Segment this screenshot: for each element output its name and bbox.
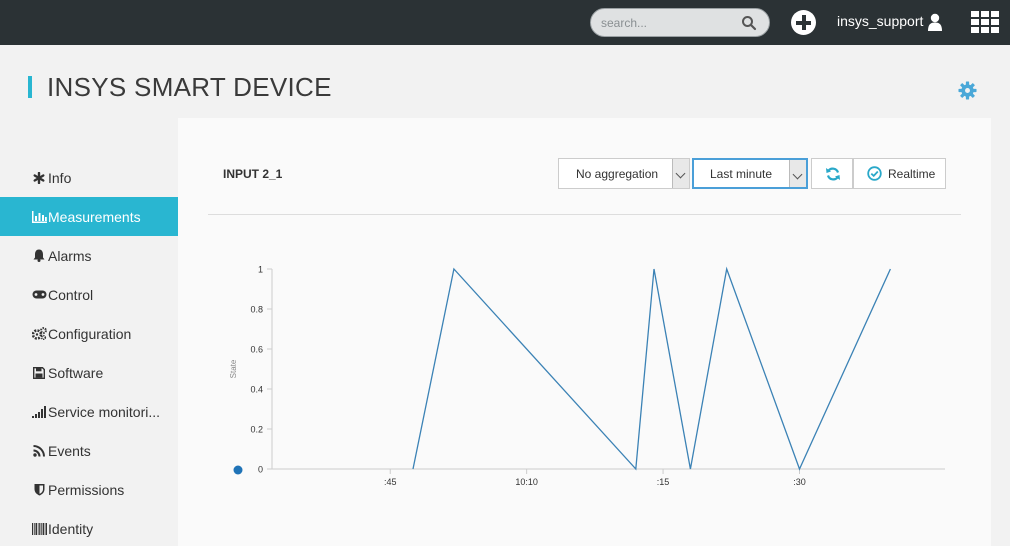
sidebar-item-label: Events: [48, 442, 91, 459]
user-icon[interactable]: [928, 13, 942, 31]
series-line: [412, 266, 891, 471]
sidebar-item-label: Service monitori...: [48, 403, 161, 420]
sidebar-item-configuration[interactable]: Configuration: [0, 314, 178, 353]
top-bar: insys_support: [0, 0, 1010, 45]
search-input[interactable]: [601, 14, 741, 32]
shield-icon: [30, 483, 48, 497]
sidebar-item-control[interactable]: Control: [0, 275, 178, 314]
measurements-panel: INPUT 2_1 No aggregation Last minute Rea…: [178, 118, 991, 546]
sidebar-item-label: Control: [48, 286, 94, 303]
search-box[interactable]: [590, 8, 770, 37]
sidebar-item-label: Info: [48, 169, 72, 186]
y-tick-label: 0: [258, 465, 263, 475]
gamepad-icon: [30, 288, 48, 302]
sidebar-item-label: Identity: [48, 520, 94, 537]
sidebar-item-label: Configuration: [48, 325, 132, 342]
search-icon[interactable]: [741, 15, 757, 31]
barcode-icon: [30, 522, 48, 536]
x-tick-label: :15: [657, 477, 670, 487]
bell-icon: [30, 249, 48, 263]
y-tick-label: 1: [258, 265, 263, 275]
y-tick-label: 0.4: [250, 385, 263, 395]
measurement-chart: 0 0.2 0.4 0.6 0.8 1 :45 10:10 :15 :30 State: [229, 265, 945, 487]
asterisk-icon: [30, 171, 48, 185]
rss-icon: [30, 444, 48, 458]
gear-icon[interactable]: [958, 81, 977, 100]
sidebar-item-label: Measurements: [48, 208, 141, 225]
x-tick-label: 10:10: [515, 477, 538, 487]
sidebar-item-software[interactable]: Software: [0, 353, 178, 392]
x-tick-label: :45: [384, 477, 397, 487]
bar-chart-icon: [30, 210, 48, 224]
y-axis-label: State: [229, 359, 238, 378]
floppy-disk-icon: [30, 366, 48, 380]
x-tick-label: :30: [793, 477, 806, 487]
sidebar-item-info[interactable]: Info: [0, 158, 178, 197]
sidebar-item-events[interactable]: Events: [0, 431, 178, 470]
app-grid-icon[interactable]: [971, 11, 999, 33]
sidebar-item-alarms[interactable]: Alarms: [0, 236, 178, 275]
cogs-icon: [30, 327, 48, 341]
sidebar-item-label: Alarms: [48, 247, 92, 264]
add-button[interactable]: [791, 10, 816, 35]
y-tick-label: 0.6: [250, 345, 263, 355]
sidebar-item-label: Software: [48, 364, 104, 381]
sidebar-item-label: Permissions: [48, 481, 125, 498]
sidebar-item-permissions[interactable]: Permissions: [0, 470, 178, 509]
series-marker: [233, 465, 243, 475]
page-title: INSYS SMART DEVICE: [47, 72, 332, 102]
y-tick-label: 0.8: [250, 305, 263, 315]
sidebar-item-measurements[interactable]: Measurements: [0, 197, 188, 236]
title-accent-bar: [28, 76, 32, 98]
y-tick-label: 0.2: [250, 425, 263, 435]
sidebar-item-service-monitoring[interactable]: Service monitori...: [0, 392, 178, 431]
username-label[interactable]: insys_support: [837, 13, 923, 29]
signal-icon: [30, 405, 48, 419]
sidebar-item-identity[interactable]: Identity: [0, 509, 178, 546]
